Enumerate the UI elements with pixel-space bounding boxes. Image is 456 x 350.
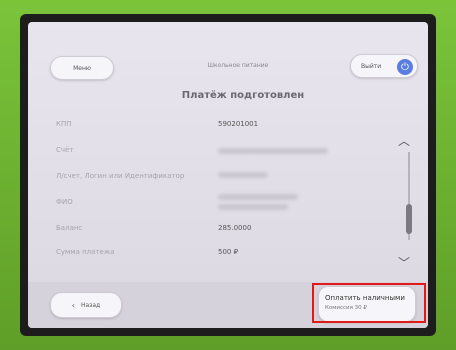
row-kpp-value: 590201001: [218, 120, 259, 128]
service-name: Школьное питание: [207, 62, 269, 69]
chevron-left-icon: ‹: [71, 300, 75, 310]
row-amount-value: 500 ₽: [218, 248, 239, 256]
menu-button[interactable]: Меню: [50, 56, 114, 80]
scroll-down-icon[interactable]: ﹀: [398, 254, 410, 271]
row-account-value-blurred: [218, 148, 328, 154]
row-balance-value: 285.0000: [218, 224, 252, 232]
back-button-label: Назад: [80, 301, 101, 309]
row-login-value-blurred: [218, 172, 268, 178]
pay-button-highlight: [312, 283, 426, 323]
row-amount-label: Сумма платежа: [56, 248, 115, 256]
scroll-thumb[interactable]: [406, 204, 412, 234]
row-login-label: Л/счет, Логин или Идентификатор: [56, 172, 185, 180]
row-fio-label: ФИО: [56, 198, 73, 206]
row-fio-value-blurred-1: [218, 194, 298, 200]
row-kpp-label: КПП: [56, 120, 72, 128]
exit-button-label: Выйти: [361, 62, 382, 70]
page-title: Платёж подготовлен: [181, 90, 305, 101]
exit-button[interactable]: Выйти ⏻: [350, 54, 418, 78]
menu-button-label: Меню: [73, 64, 91, 72]
row-balance-label: Баланс: [56, 224, 83, 232]
scroll-up-icon[interactable]: ︿: [398, 132, 410, 149]
row-account-label: Счёт: [56, 146, 74, 154]
row-fio-value-blurred-2: [218, 204, 288, 210]
back-button[interactable]: ‹ Назад: [50, 292, 122, 318]
exit-icon: ⏻: [397, 59, 413, 75]
